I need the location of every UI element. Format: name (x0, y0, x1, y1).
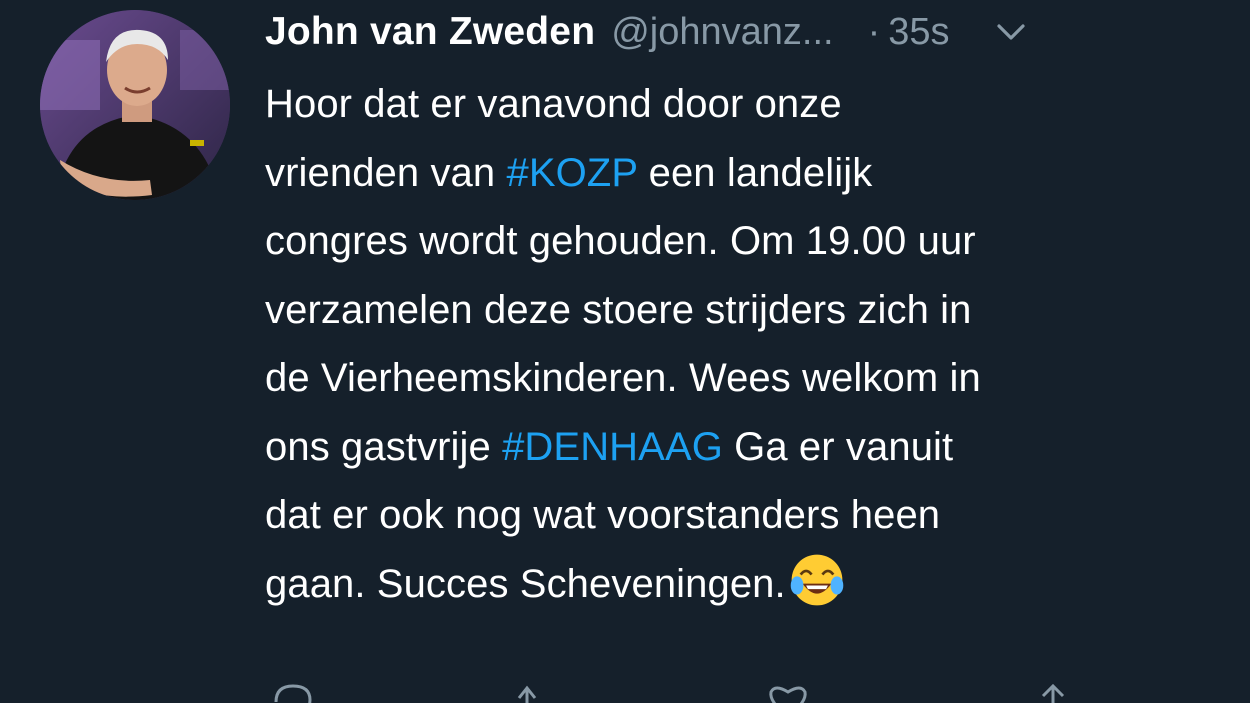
tweet-text-segment: Ga er vanuit (722, 424, 954, 469)
tweet-text-segment: vrienden van (265, 150, 507, 195)
tweet-text-line: ons gastvrije #DENHAAG Ga er vanuit (265, 413, 1225, 482)
hashtag-link[interactable]: #DENHAAG (502, 425, 723, 469)
author-name[interactable]: John van Zweden (265, 10, 595, 54)
author-handle[interactable]: @johnvanz... (611, 11, 833, 54)
tweet-text: Hoor dat er vanavond door onze vrienden v… (265, 70, 1225, 618)
retweet-icon[interactable] (513, 682, 563, 703)
tweet-header: John van Zweden @johnvanz... · 35s (265, 6, 1225, 58)
tweet-text-segment: congres wordt gehouden. Om 19.00 uur (265, 219, 976, 263)
tweet-text-segment: de Vierheemskinderen. Wees welkom in (265, 356, 981, 400)
avatar[interactable] (40, 10, 230, 200)
tweet-text-segment: een landelijk (637, 150, 873, 195)
share-icon[interactable] (1028, 682, 1078, 703)
tweet-text-segment: gaan. Succes Scheveningen. (265, 561, 786, 606)
tweet-text-line: vrienden van #KOZP een landelijk (265, 139, 1225, 208)
timestamp[interactable]: 35s (888, 11, 949, 54)
tweet-text-line: gaan. Succes Scheveningen. (265, 550, 1225, 619)
tears-of-joy-emoji-icon (788, 551, 846, 609)
tweet-actions (268, 682, 1068, 703)
tweet-content: John van Zweden @johnvanz... · 35s Hoor … (265, 6, 1225, 618)
tweet-text-line: de Vierheemskinderen. Wees welkom in (265, 344, 1225, 413)
chevron-down-icon[interactable] (994, 15, 1028, 49)
reply-icon[interactable] (268, 682, 318, 703)
tweet-text-segment: Hoor dat er vanavond door onze (265, 82, 842, 126)
separator-dot: · (867, 10, 881, 53)
tweet-text-line: Hoor dat er vanavond door onze (265, 70, 1225, 139)
tweet-card[interactable]: John van Zweden @johnvanz... · 35s Hoor … (0, 0, 1250, 703)
tweet-text-segment: ons gastvrije (265, 424, 503, 469)
heart-icon[interactable] (763, 682, 813, 703)
hashtag-link[interactable]: #KOZP (506, 151, 637, 195)
tweet-text-line: dat er ook nog wat voorstanders heen (265, 481, 1225, 550)
avatar-image (40, 10, 230, 200)
tweet-text-segment: verzamelen deze stoere strijders zich in (265, 287, 972, 332)
tweet-text-line: congres wordt gehouden. Om 19.00 uur (265, 207, 1225, 276)
tweet-text-segment: dat er ook nog wat voorstanders heen (265, 493, 941, 537)
tweet-text-line: verzamelen deze stoere strijders zich in (265, 276, 1225, 345)
